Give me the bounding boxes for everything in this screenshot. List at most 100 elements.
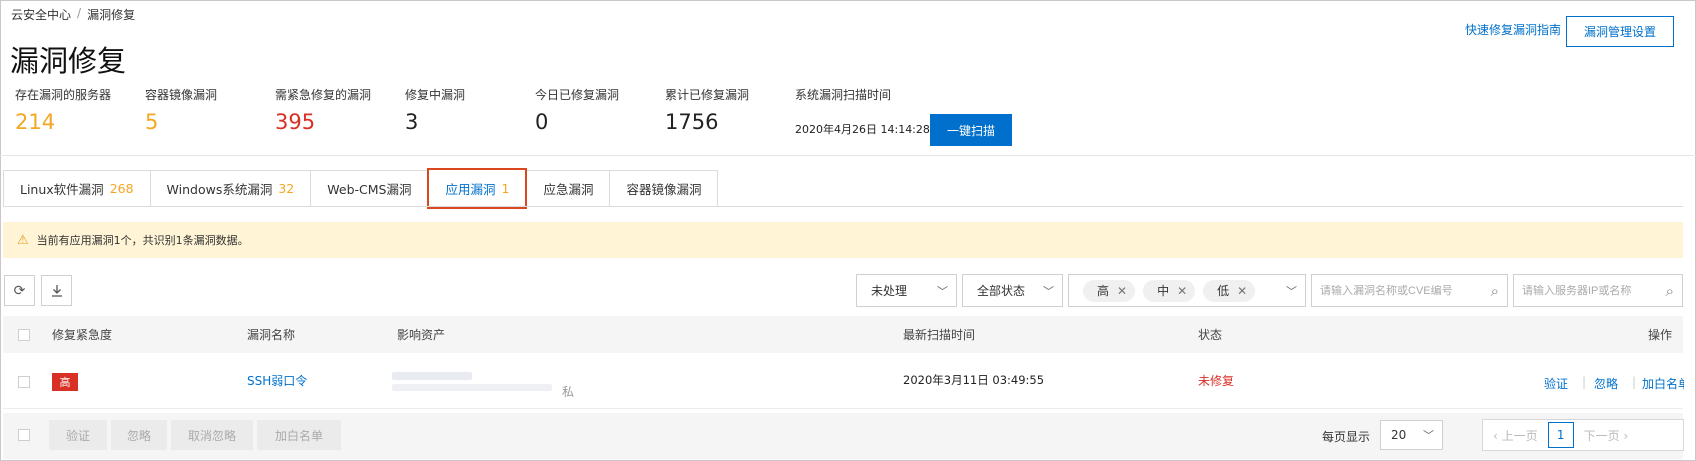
level-tag-label: 低 [1217,284,1230,298]
level-filter-select[interactable]: 高 ✕ 中 ✕ 低 ✕ ﹀ [1068,274,1306,307]
verify-link[interactable]: 验证 [1544,375,1568,392]
page-size-value: 20 [1391,428,1407,442]
prev-page-label: 上一页 [1501,428,1538,443]
vuln-search-input[interactable] [1320,284,1480,297]
export-button[interactable] [41,275,72,306]
ignore-link[interactable]: 忽略 [1594,375,1618,392]
action-separator: | [1632,375,1637,389]
column-header-scan-time: 最新扫描时间 [903,328,976,342]
vuln-settings-button[interactable]: 漏洞管理设置 [1566,16,1674,47]
page-title: 漏洞修复 [10,44,127,78]
level-tag-label: 中 [1157,284,1170,298]
stat-servers: 存在漏洞的服务器 214 [15,86,111,134]
chevron-down-icon: ﹀ [1423,429,1434,442]
close-icon[interactable]: ✕ [1237,284,1247,298]
vuln-name-link[interactable]: SSH弱口令 [247,372,307,389]
level-tag-low[interactable]: 低 ✕ [1203,279,1256,302]
stat-label: 需紧急修复的漏洞 [275,88,372,102]
quick-fix-guide-link[interactable]: 快速修复漏洞指南 [1465,21,1561,38]
stat-value[interactable]: 5 [145,110,217,134]
tab-label: Linux软件漏洞 [20,182,104,197]
stat-value[interactable]: 214 [15,110,111,134]
tab-web-cms[interactable]: Web-CMS漏洞 [310,170,428,207]
stat-label: 存在漏洞的服务器 [15,88,112,102]
action-separator: | [1582,375,1587,389]
tab-count: 1 [501,181,510,196]
stat-value[interactable]: 1756 [665,110,749,134]
stat-label: 今日已修复漏洞 [535,88,620,102]
current-page[interactable]: 1 [1547,422,1574,448]
tab-count: 268 [109,181,134,196]
close-icon[interactable]: ✕ [1117,284,1127,298]
stat-container-image: 容器镜像漏洞 5 [145,86,217,134]
level-tag-label: 高 [1097,284,1110,298]
pagination: ‹ 上一页 1 下一页 › [1482,419,1684,451]
prev-page-button[interactable]: ‹ 上一页 [1483,427,1548,444]
search-icon[interactable]: ⌕ [1491,282,1499,300]
whitelist-link[interactable]: 加白名单 [1642,375,1684,392]
refresh-button[interactable]: ⟳ [4,275,35,306]
stat-label: 累计已修复漏洞 [665,88,750,102]
column-header-asset: 影响资产 [397,328,446,342]
stat-fixed-total: 累计已修复漏洞 1756 [665,86,749,134]
asset-redacted [392,384,552,391]
next-page-button[interactable]: 下一页 › [1574,427,1639,444]
stat-fixed-today: 今日已修复漏洞 0 [535,86,619,134]
process-filter-select[interactable]: 未处理 ﹀ [856,274,957,307]
column-header-urgency: 修复紧急度 [52,328,113,342]
tab-label: 容器镜像漏洞 [626,182,702,197]
download-icon [51,284,62,297]
breadcrumb-root[interactable]: 云安全中心 [11,6,71,23]
chevron-down-icon: ﹀ [1286,284,1297,298]
batch-whitelist-button[interactable]: 加白名单 [257,420,341,450]
page-size-label: 每页显示 [1322,430,1371,444]
stat-value[interactable]: 3 [405,110,465,134]
one-click-scan-button[interactable]: 一键扫描 [930,114,1012,146]
tab-windows[interactable]: Windows系统漏洞 32 [149,170,311,207]
chevron-down-icon: ﹀ [1043,284,1054,298]
level-tag-high[interactable]: 高 ✕ [1083,279,1136,302]
breadcrumb-separator: / [77,6,82,20]
tabs-baseline [3,206,1683,207]
next-page-label: 下一页 [1583,428,1620,443]
column-header-name: 漏洞名称 [247,328,296,342]
tab-container-image[interactable]: 容器镜像漏洞 [609,170,719,207]
batch-unignore-button[interactable]: 取消忽略 [171,420,253,450]
tab-linux[interactable]: Linux软件漏洞 268 [3,170,150,207]
divider [0,155,1696,156]
stat-scan-time: 系统漏洞扫描时间 [795,86,891,103]
process-filter-value: 未处理 [871,284,908,298]
batch-verify-button[interactable]: 验证 [49,420,107,450]
tab-application[interactable]: 应用漏洞 1 [427,168,528,209]
chevron-right-icon: › [1619,428,1629,443]
server-search-input[interactable] [1522,284,1657,297]
search-icon[interactable]: ⌕ [1666,282,1674,300]
page-size-select[interactable]: 20 ﹀ [1380,420,1443,450]
close-icon[interactable]: ✕ [1177,284,1187,298]
scan-time-cell: 2020年3月11日 03:49:55 [903,373,1045,387]
footer-select-all-checkbox[interactable] [18,429,30,441]
tab-label: Web-CMS漏洞 [327,182,412,197]
status-cell: 未修复 [1198,374,1235,388]
stat-value[interactable]: 395 [275,110,371,134]
level-tag-medium[interactable]: 中 ✕ [1143,279,1196,302]
warning-icon: ⚠ [17,232,29,248]
column-header-status: 状态 [1198,328,1223,342]
batch-ignore-button[interactable]: 忽略 [111,420,167,450]
tab-label: 应急漏洞 [543,182,594,197]
chevron-down-icon: ﹀ [937,284,948,298]
level-tags: 高 ✕ 中 ✕ 低 ✕ [1083,279,1263,302]
row-checkbox[interactable] [18,376,30,388]
chevron-left-icon: ‹ [1493,428,1502,443]
select-all-checkbox[interactable] [18,329,30,341]
notice-banner: ⚠ 当前有应用漏洞1个，共识别1条漏洞数据。 [3,222,1683,258]
breadcrumb: 云安全中心 / 漏洞修复 [11,6,135,23]
tab-emergency[interactable]: 应急漏洞 [527,170,610,207]
asset-redacted [392,372,472,380]
stat-label: 修复中漏洞 [405,88,466,102]
tab-label: Windows系统漏洞 [166,182,273,197]
stat-value[interactable]: 0 [535,110,619,134]
status-filter-select[interactable]: 全部状态 ﹀ [962,274,1063,307]
server-search-box: ⌕ [1513,274,1683,307]
stat-urgent: 需紧急修复的漏洞 395 [275,86,371,134]
